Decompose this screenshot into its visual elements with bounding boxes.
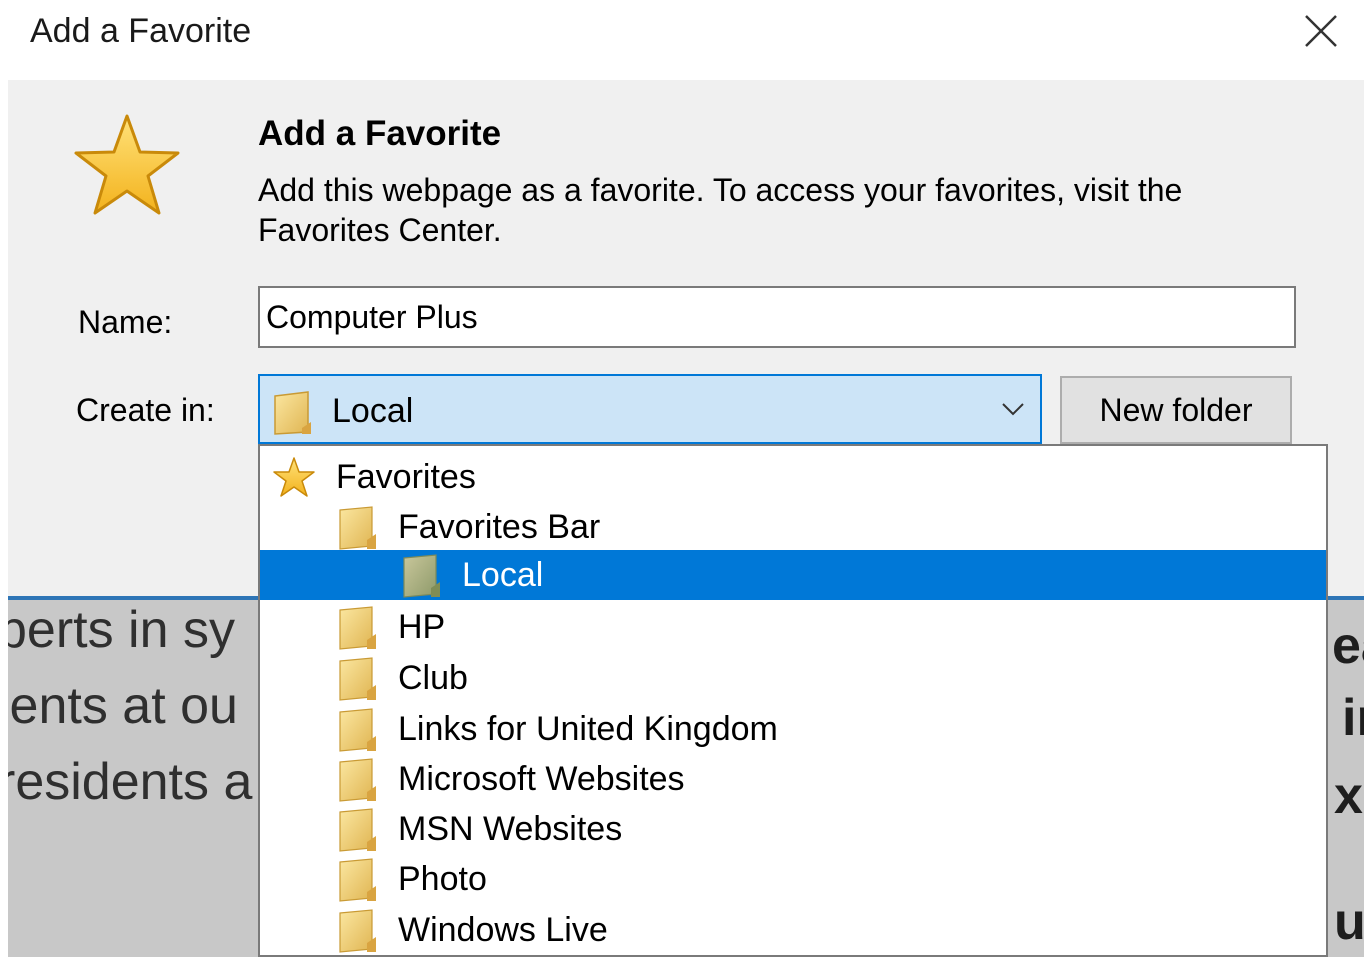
new-folder-button[interactable]: New folder (1060, 376, 1292, 444)
favorite-star-icon (72, 112, 182, 220)
folder-icon (336, 506, 380, 550)
folder-icon (272, 390, 314, 436)
dropdown-item-microsoft-websites[interactable]: Microsoft Websites (260, 754, 1326, 804)
dropdown-item-label: Favorites (336, 458, 476, 496)
create-in-label: Create in: (76, 392, 215, 428)
folder-icon (336, 708, 380, 752)
dropdown-item-favorites[interactable]: Favorites (260, 452, 1326, 502)
background-text-line: residents a (8, 753, 253, 811)
background-text-line: xp (1334, 767, 1364, 825)
dialog-description: Add this webpage as a favorite. To acces… (258, 172, 1183, 248)
window-title: Add a Favorite (30, 12, 252, 50)
dropdown-item-label: Club (398, 659, 468, 697)
folder-icon (336, 758, 380, 802)
dropdown-item-favorites-bar[interactable]: Favorites Bar (260, 502, 1326, 552)
dialog-heading: Add a Favorite (258, 114, 502, 153)
dropdown-item-links-uk[interactable]: Links for United Kingdom (260, 704, 1326, 754)
name-label: Name: (78, 304, 173, 340)
background-text-line: u (1334, 893, 1364, 951)
dropdown-item-label: Local (462, 556, 544, 594)
folder-icon (400, 554, 444, 598)
name-input[interactable] (258, 286, 1296, 348)
background-text-line: in (1342, 689, 1364, 747)
background-text-line: ients at ou (8, 677, 238, 735)
dropdown-item-hp[interactable]: HP (260, 602, 1326, 652)
folder-dropdown-list[interactable]: Favorites Favorites Bar Local HP Club Li… (258, 444, 1328, 957)
background-text-line: ea (1332, 617, 1364, 675)
create-in-dropdown[interactable]: Local (258, 374, 1042, 444)
folder-icon (336, 808, 380, 852)
chevron-down-icon (1000, 400, 1026, 418)
folder-icon (336, 909, 380, 953)
dropdown-item-label: Links for United Kingdom (398, 710, 778, 748)
folder-icon (336, 858, 380, 902)
dropdown-item-label: Microsoft Websites (398, 760, 685, 798)
dropdown-item-label: HP (398, 608, 446, 646)
dropdown-item-club[interactable]: Club (260, 653, 1326, 703)
background-text-line: perts in sy (8, 601, 235, 659)
dropdown-item-label: Windows Live (398, 911, 608, 949)
dropdown-item-windows-live[interactable]: Windows Live (260, 905, 1326, 955)
dropdown-item-label: Photo (398, 860, 487, 898)
dropdown-item-photo[interactable]: Photo (260, 854, 1326, 904)
title-bar: Add a Favorite (0, 0, 1364, 80)
dropdown-item-local[interactable]: Local (260, 550, 1326, 600)
star-icon (272, 456, 316, 500)
dropdown-item-label: Favorites Bar (398, 508, 601, 546)
folder-icon (336, 606, 380, 650)
dropdown-item-label: MSN Websites (398, 810, 623, 848)
dropdown-item-msn-websites[interactable]: MSN Websites (260, 804, 1326, 854)
create-in-value: Local (332, 392, 414, 430)
close-icon[interactable] (1296, 8, 1344, 56)
folder-icon (336, 657, 380, 701)
